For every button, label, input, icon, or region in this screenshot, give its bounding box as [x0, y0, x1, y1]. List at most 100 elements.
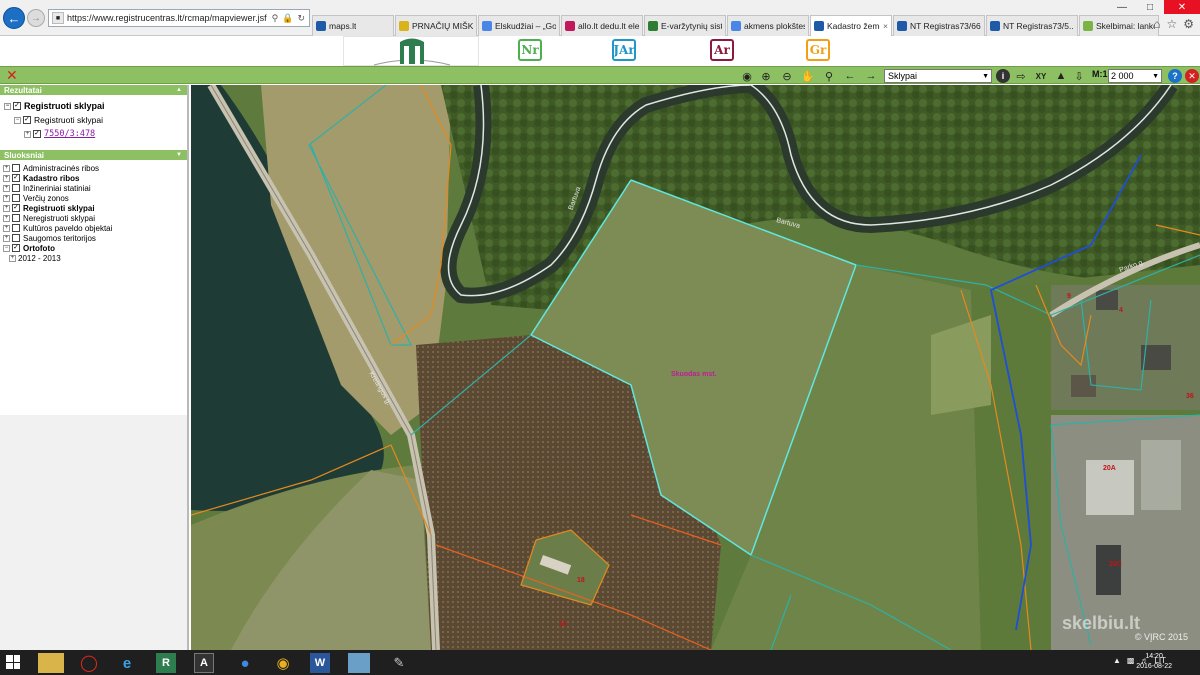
help-icon[interactable]: ?: [1168, 69, 1182, 83]
word-icon[interactable]: W: [310, 653, 330, 673]
browser-tab[interactable]: akmens plokštes ...: [727, 15, 809, 36]
expand-toggle-icon[interactable]: −: [3, 244, 10, 252]
layer-item[interactable]: + ✓ Registruoti sklypai: [3, 203, 187, 213]
layer-item[interactable]: + Kultūros paveldo objektai: [3, 223, 187, 233]
layer-checkbox[interactable]: [12, 234, 20, 242]
layer-item[interactable]: + Inžineriniai statiniai: [3, 183, 187, 193]
nr-register-logo[interactable]: Nr: [518, 39, 542, 61]
windows-start-icon[interactable]: [6, 655, 20, 669]
chrome-browser-icon[interactable]: ◉: [270, 653, 296, 673]
maximize-button[interactable]: □: [1136, 0, 1164, 14]
photo-viewer-icon[interactable]: [348, 653, 370, 673]
r-app-icon[interactable]: R: [156, 653, 176, 673]
layer-item[interactable]: + Saugomos teritorijos: [3, 233, 187, 243]
close-window-button[interactable]: ✕: [1164, 0, 1200, 14]
layer-checkbox[interactable]: [12, 184, 20, 192]
layer-checkbox[interactable]: ✓: [12, 174, 20, 182]
close-map-icon[interactable]: ✕: [1185, 69, 1199, 83]
close-tab-icon[interactable]: ×: [883, 21, 888, 31]
results-header[interactable]: Rezultatai ▲: [0, 85, 187, 95]
layer-item[interactable]: + Administracinės ribos: [3, 163, 187, 173]
back-arrow-icon[interactable]: ←: [843, 69, 857, 83]
address-bar[interactable]: ■ https://www.registrucentras.lt/rcmap/m…: [48, 9, 310, 27]
map-view[interactable]: Skuodas mst. 20A 20C 18 16 36 9 4 Bartuv…: [191, 85, 1200, 650]
zoom-out-icon[interactable]: ⊖: [780, 69, 794, 83]
export-icon[interactable]: ⇨: [1014, 69, 1028, 83]
forward-arrow-icon[interactable]: →: [864, 69, 878, 83]
layer-checkbox[interactable]: [12, 224, 20, 232]
address-url[interactable]: https://www.registrucentras.lt/rcmap/map…: [67, 13, 272, 23]
layers-header[interactable]: Sluoksniai ▼: [0, 150, 187, 160]
layer-checkbox[interactable]: ✓: [12, 204, 20, 212]
layer-checkbox[interactable]: [12, 194, 20, 202]
ortofoto-period-label[interactable]: 2012 - 2013: [18, 254, 61, 263]
expand-toggle-icon[interactable]: +: [3, 224, 10, 232]
favorites-star-icon[interactable]: ☆: [1166, 17, 1177, 31]
layer-item[interactable]: + Neregistruoti sklypai: [3, 213, 187, 223]
expand-toggle-icon[interactable]: +: [3, 184, 10, 192]
collapse-arrow-icon[interactable]: ▼: [176, 152, 187, 158]
pan-hand-icon[interactable]: ✋: [801, 69, 815, 83]
layer-item[interactable]: − ✓ Ortofoto: [3, 243, 187, 253]
opera-browser-icon[interactable]: ◯: [76, 653, 102, 673]
browser-tab[interactable]: E-varžytynių siste...: [644, 15, 726, 36]
binoculars-icon[interactable]: ◉: [740, 69, 754, 83]
minimize-button[interactable]: —: [1108, 0, 1136, 14]
measure-icon[interactable]: ▲: [1054, 69, 1068, 83]
expand-toggle-icon[interactable]: +: [3, 194, 10, 202]
browser-tab[interactable]: NT Registras73/662: [893, 15, 985, 36]
search-icon[interactable]: ⚲: [272, 13, 279, 24]
scale-select[interactable]: 2 000 ▼: [1108, 69, 1162, 83]
refresh-icon[interactable]: ↻: [297, 13, 305, 24]
layer-select[interactable]: Sklypai ▼: [884, 69, 992, 83]
browser-tab[interactable]: NT Registras73/5...: [986, 15, 1078, 36]
layer-checkbox[interactable]: [12, 214, 20, 222]
expand-toggle-icon[interactable]: +: [24, 130, 31, 138]
ar-register-logo[interactable]: Ar: [710, 39, 734, 61]
lock-icon[interactable]: 🔒: [282, 13, 293, 24]
gr-register-logo[interactable]: Gr: [806, 39, 830, 61]
browser-tab[interactable]: PRNAČIŲ MIŠKO ...: [395, 15, 477, 36]
settings-gear-icon[interactable]: ⚙: [1183, 17, 1194, 31]
home-icon[interactable]: ⌂: [1153, 17, 1160, 31]
layer-checkbox[interactable]: [12, 164, 20, 172]
expand-toggle-icon[interactable]: +: [3, 164, 10, 172]
collapse-arrow-icon[interactable]: ▲: [176, 87, 187, 93]
info-icon[interactable]: i: [996, 69, 1010, 83]
expand-toggle-icon[interactable]: +: [3, 204, 10, 212]
zoom-extent-icon[interactable]: ⚲: [822, 69, 836, 83]
browser-tab[interactable]: Kadastro žeme...×: [810, 15, 892, 36]
registrucentras-logo[interactable]: [343, 36, 479, 66]
expand-toggle-icon[interactable]: +: [3, 214, 10, 222]
file-explorer-icon[interactable]: [38, 653, 64, 673]
layer-item[interactable]: + ✓ Kadastro ribos: [3, 173, 187, 183]
collapse-toggle-icon[interactable]: −: [14, 116, 21, 124]
expand-toggle-icon[interactable]: +: [3, 234, 10, 242]
browser-tab[interactable]: Skelbimai: lanko...: [1079, 15, 1159, 36]
tray-app-icon[interactable]: ▲: [1113, 656, 1121, 665]
expand-toggle-icon[interactable]: +: [9, 254, 16, 262]
clear-selection-icon[interactable]: ✕: [6, 67, 18, 84]
xy-coordinates-icon[interactable]: XY: [1034, 69, 1048, 83]
browser-tab[interactable]: allo.lt dedu.lt elen...: [561, 15, 643, 36]
results-child-checkbox[interactable]: ✓: [23, 116, 31, 124]
parcel-checkbox[interactable]: ✓: [33, 130, 41, 138]
zoom-in-icon[interactable]: ⊕: [759, 69, 773, 83]
results-root-checkbox[interactable]: ✓: [13, 102, 21, 110]
network-icon[interactable]: ▩: [1127, 656, 1135, 665]
orthophoto-map[interactable]: [191, 85, 1200, 650]
jar-register-logo[interactable]: JAr: [612, 39, 636, 61]
a-app-icon[interactable]: A: [194, 653, 214, 673]
globe-icon[interactable]: ●: [232, 653, 258, 673]
paint-icon[interactable]: ✎: [386, 653, 412, 673]
expand-toggle-icon[interactable]: +: [3, 174, 10, 182]
browser-tab[interactable]: Elskudžiai – „Goo...: [478, 15, 560, 36]
layer-checkbox[interactable]: ✓: [12, 244, 20, 252]
layer-item[interactable]: + Verčių zonos: [3, 193, 187, 203]
system-clock[interactable]: 14:20 2016-08-22: [1136, 652, 1172, 672]
parcel-link[interactable]: 7550/3:478: [44, 129, 95, 139]
browser-tab[interactable]: maps.lt: [312, 15, 394, 36]
forward-button[interactable]: →: [27, 9, 45, 27]
internet-explorer-icon[interactable]: e: [114, 653, 140, 673]
back-button[interactable]: ←: [3, 7, 25, 29]
